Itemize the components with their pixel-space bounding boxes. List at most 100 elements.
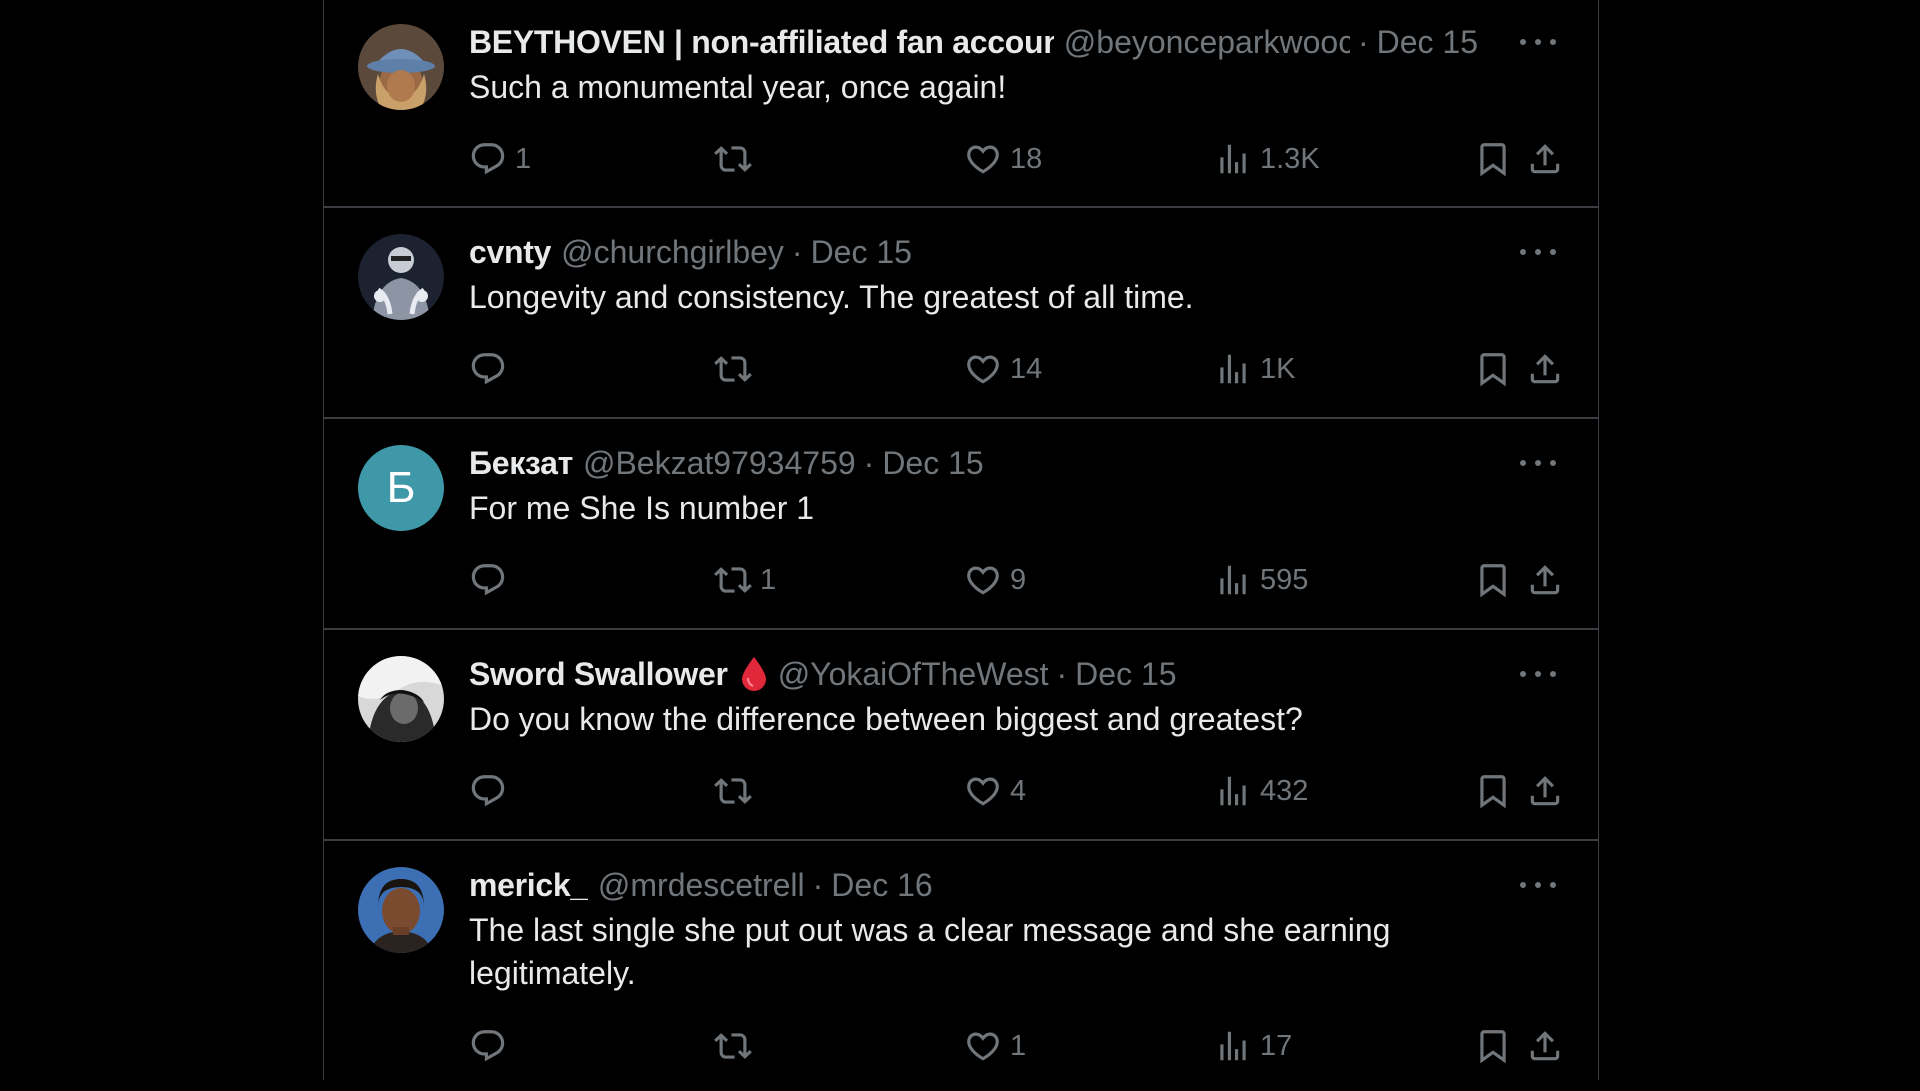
heart-icon <box>964 772 1002 810</box>
tweet-text: Such a monumental year, once again! <box>469 69 1007 105</box>
separator-dot: · <box>1056 655 1068 692</box>
tweet[interactable]: Б Бекзат @Bekzat97934759 · Dec 15 For me… <box>324 419 1598 630</box>
share-button[interactable] <box>1526 558 1564 602</box>
bookmark-icon <box>1474 561 1512 599</box>
tweet-text: The last single she put out was a clear … <box>469 912 1391 991</box>
share-icon <box>1526 1027 1564 1065</box>
share-button[interactable] <box>1526 1024 1564 1068</box>
bar-chart-icon <box>1214 1027 1252 1065</box>
tweet[interactable]: merick_ @mrdescetrell · Dec 16 The last … <box>324 841 1598 1091</box>
tweet[interactable]: BEYTHOVEN | non-affiliated fan accoun @b… <box>324 0 1598 208</box>
avatar[interactable] <box>358 234 444 320</box>
share-button[interactable] <box>1526 769 1564 813</box>
like-count: 18 <box>1010 142 1043 175</box>
like-button[interactable]: 9 <box>964 558 1026 602</box>
cowboy-hat-portrait-icon <box>358 24 444 110</box>
like-count: 14 <box>1010 352 1043 385</box>
sky-portrait-icon <box>358 867 444 953</box>
display-name[interactable]: Sword Swallower <box>469 656 728 693</box>
share-icon <box>1526 350 1564 388</box>
bar-chart-icon <box>1214 772 1252 810</box>
more-options-icon[interactable] <box>1520 451 1556 475</box>
tweet-header: Sword Swallower @YokaiOfTheWest · Dec 15 <box>469 654 1478 694</box>
like-button[interactable]: 1 <box>964 1024 1026 1068</box>
tweet-header: BEYTHOVEN | non-affiliated fan accoun @b… <box>469 22 1478 62</box>
views-button[interactable]: 1K <box>1214 347 1295 391</box>
action-bar: 1 18 1.3K <box>469 137 1564 181</box>
heart-icon <box>964 561 1002 599</box>
like-button[interactable]: 4 <box>964 769 1026 813</box>
retweet-button[interactable] <box>714 137 760 181</box>
action-bar: 4 432 <box>469 769 1564 813</box>
views-button[interactable]: 1.3K <box>1214 137 1320 181</box>
avatar[interactable]: Б <box>358 445 444 531</box>
avatar[interactable] <box>358 24 444 110</box>
separator-dot: · <box>1357 23 1369 60</box>
action-bar: 1 9 595 <box>469 558 1564 602</box>
tweet-date[interactable]: Dec 15 <box>811 234 912 271</box>
reply-button[interactable] <box>469 1024 515 1068</box>
retweet-button[interactable]: 1 <box>714 558 776 602</box>
retweet-button[interactable] <box>714 347 760 391</box>
reply-icon <box>469 561 507 599</box>
user-handle[interactable]: @Bekzat97934759 <box>583 445 856 482</box>
reply-count: 1 <box>515 142 532 175</box>
views-button[interactable]: 432 <box>1214 769 1308 813</box>
bookmark-button[interactable] <box>1474 1024 1512 1068</box>
tweet-date[interactable]: Dec 15 <box>1075 656 1176 693</box>
bookmark-button[interactable] <box>1474 558 1512 602</box>
action-bar: 1 17 <box>469 1024 1564 1068</box>
user-handle[interactable]: @churchgirlbey <box>561 234 784 271</box>
display-name[interactable]: cvnty <box>469 234 551 271</box>
tweet-date[interactable]: Dec 15 <box>882 445 983 482</box>
tweet-date[interactable]: Dec 16 <box>831 867 932 904</box>
avatar[interactable] <box>358 656 444 742</box>
display-name[interactable]: BEYTHOVEN | non-affiliated fan accoun <box>469 24 1054 61</box>
reply-button[interactable]: 1 <box>469 137 531 181</box>
user-handle[interactable]: @YokaiOfTheWest <box>778 656 1049 693</box>
display-name[interactable]: merick_ <box>469 867 588 904</box>
user-handle[interactable]: @mrdescetrell <box>598 867 805 904</box>
heart-icon <box>964 140 1002 178</box>
reply-button[interactable] <box>469 769 515 813</box>
bookmark-button[interactable] <box>1474 347 1512 391</box>
retweet-button[interactable] <box>714 1024 760 1068</box>
bookmark-button[interactable] <box>1474 137 1512 181</box>
share-button[interactable] <box>1526 137 1564 181</box>
view-count: 1.3K <box>1260 142 1320 175</box>
more-options-icon[interactable] <box>1520 662 1556 686</box>
user-handle[interactable]: @beyonceparkwooc <box>1064 24 1350 61</box>
like-button[interactable]: 14 <box>964 347 1042 391</box>
avatar[interactable] <box>358 867 444 953</box>
reply-button[interactable] <box>469 558 515 602</box>
reply-button[interactable] <box>469 347 515 391</box>
tweet-header: Бекзат @Bekzat97934759 · Dec 15 <box>469 443 1478 483</box>
tweet-text: Do you know the difference between bigge… <box>469 701 1303 737</box>
bookmark-icon <box>1474 350 1512 388</box>
bar-chart-icon <box>1214 350 1252 388</box>
timeline: BEYTHOVEN | non-affiliated fan accoun @b… <box>323 0 1599 1080</box>
tweet[interactable]: Sword Swallower @YokaiOfTheWest · Dec 15… <box>324 630 1598 841</box>
views-button[interactable]: 595 <box>1214 558 1308 602</box>
tweet-date[interactable]: Dec 15 <box>1377 24 1478 61</box>
more-options-icon[interactable] <box>1520 30 1556 54</box>
display-name[interactable]: Бекзат <box>469 445 573 482</box>
bookmark-button[interactable] <box>1474 769 1512 813</box>
reply-icon <box>469 140 507 178</box>
bookmark-icon <box>1474 1027 1512 1065</box>
retweet-icon <box>714 772 752 810</box>
bookmark-icon <box>1474 140 1512 178</box>
like-count: 1 <box>1010 1029 1027 1062</box>
share-button[interactable] <box>1526 347 1564 391</box>
reply-icon <box>469 772 507 810</box>
like-button[interactable]: 18 <box>964 137 1042 181</box>
view-count: 17 <box>1260 1029 1293 1062</box>
views-button[interactable]: 17 <box>1214 1024 1292 1068</box>
chrome-figure-portrait-icon <box>358 234 444 320</box>
tweet[interactable]: cvnty @churchgirlbey · Dec 15 Longevity … <box>324 208 1598 419</box>
retweet-button[interactable] <box>714 769 760 813</box>
more-options-icon[interactable] <box>1520 240 1556 264</box>
heart-icon <box>964 1027 1002 1065</box>
retweet-icon <box>714 350 752 388</box>
more-options-icon[interactable] <box>1520 873 1556 897</box>
